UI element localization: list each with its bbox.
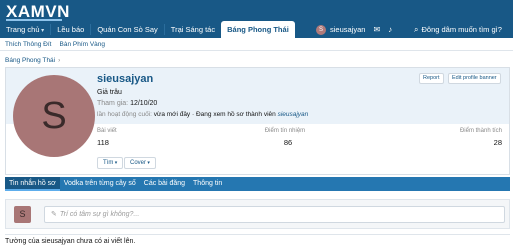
user-avatar[interactable]: S xyxy=(316,24,326,35)
profile-last-seen: lần hoạt động cuối: vừa mới đây · Đang x… xyxy=(97,111,308,118)
tab-vodka[interactable]: Vodka trên từng cây số xyxy=(60,177,140,191)
subnav-link-thich-thong-dit[interactable]: Thích Thông Đít xyxy=(5,41,52,48)
user-name[interactable]: sieusajyan xyxy=(330,25,365,34)
envelope-icon[interactable]: ✉ xyxy=(373,25,380,34)
nav-item-quan-con-so-say[interactable]: Quán Con Sò Say xyxy=(91,21,163,38)
profile-user-title: Giả trâu xyxy=(97,89,122,96)
subnav-link-ban-phim-vang[interactable]: Bàn Phím Vàng xyxy=(60,41,106,48)
edit-profile-banner-button[interactable]: Edit profile banner xyxy=(448,73,501,84)
profile-card: S sieusajyan Giả trâu Tham gia: 12/10/20… xyxy=(5,67,510,175)
stat-label: Điểm thành tích xyxy=(459,128,502,134)
stat-value[interactable]: 86 xyxy=(268,138,308,147)
last-seen-label: lần hoạt động cuối: xyxy=(97,111,152,118)
last-seen-value: vừa mới đây xyxy=(153,111,191,118)
stat-reputation: Điểm tín nhiệm 86 xyxy=(265,128,308,147)
stat-value[interactable]: 28 xyxy=(458,138,502,147)
nav-item-trai-sang-tac[interactable]: Trại Sáng tác xyxy=(165,21,221,38)
search-label: Đông dâm muốn tìm gì? xyxy=(421,25,502,34)
nav-item-bang-phong-thai[interactable]: Báng Phong Thái xyxy=(221,21,295,38)
stat-achievements: Điểm thành tích 28 xyxy=(458,128,502,147)
nav-item-home[interactable]: Trang chủ xyxy=(0,21,50,38)
composer-avatar[interactable]: S xyxy=(14,206,31,223)
stat-value[interactable]: 118 xyxy=(97,138,117,147)
chevron-right-icon: › xyxy=(58,57,61,64)
tab-profile-posts[interactable]: Tin nhắn hồ sơ xyxy=(5,177,60,191)
profile-username: sieusajyan xyxy=(97,73,154,85)
site-header: XAMVN Trang chủ Lều báo Quán Con Sò Say … xyxy=(0,0,513,38)
nav-item-leu-bao[interactable]: Lều báo xyxy=(51,21,90,38)
main-nav: Trang chủ Lều báo Quán Con Sò Say Trại S… xyxy=(0,21,295,38)
joined-label: Tham gia: xyxy=(97,100,129,107)
report-button[interactable]: Report xyxy=(419,73,444,84)
last-seen-user-link[interactable]: sieusajyan xyxy=(278,111,309,118)
profile-avatar[interactable]: S xyxy=(13,75,95,157)
bell-icon[interactable]: ♪ xyxy=(388,25,392,34)
profile-joined: Tham gia: 12/10/20 xyxy=(97,100,157,107)
stat-label: Bài viết xyxy=(97,128,117,134)
sub-nav: Thích Thông Đít Bàn Phím Vàng xyxy=(0,38,513,51)
find-menu-button[interactable]: Tìm xyxy=(97,157,124,169)
status-composer: S ✎ Trí có tâm sự gì không?... xyxy=(5,199,510,229)
breadcrumb: Báng Phong Thái › xyxy=(5,57,60,64)
stat-label: Điểm tín nhiệm xyxy=(264,128,306,134)
joined-value: 12/10/20 xyxy=(130,100,158,107)
pencil-icon: ✎ xyxy=(51,211,57,218)
divider xyxy=(5,234,510,235)
stat-posts: Bài viết 118 xyxy=(97,128,117,147)
cover-menu-button[interactable]: Cover xyxy=(124,157,156,169)
empty-wall-message: Tường của sieusajyan chưa có ai viết lên… xyxy=(5,238,136,245)
user-menu[interactable]: S sieusajyan ✉ ♪ xyxy=(316,21,392,38)
last-seen-activity: · Đang xem hồ sơ thành viên xyxy=(192,111,276,118)
tab-about[interactable]: Thông tin xyxy=(189,177,226,191)
breadcrumb-link[interactable]: Báng Phong Thái xyxy=(5,57,55,64)
search-button[interactable]: ⌕ Đông dâm muốn tìm gì? xyxy=(414,21,502,38)
search-icon: ⌕ xyxy=(414,24,419,34)
status-placeholder: Trí có tâm sự gì không?... xyxy=(59,211,140,218)
tab-postings[interactable]: Các bài đăng xyxy=(140,177,189,191)
profile-tabs: Tin nhắn hồ sơ Vodka trên từng cây số Cá… xyxy=(5,177,510,191)
status-input[interactable]: ✎ Trí có tâm sự gì không?... xyxy=(44,206,505,223)
